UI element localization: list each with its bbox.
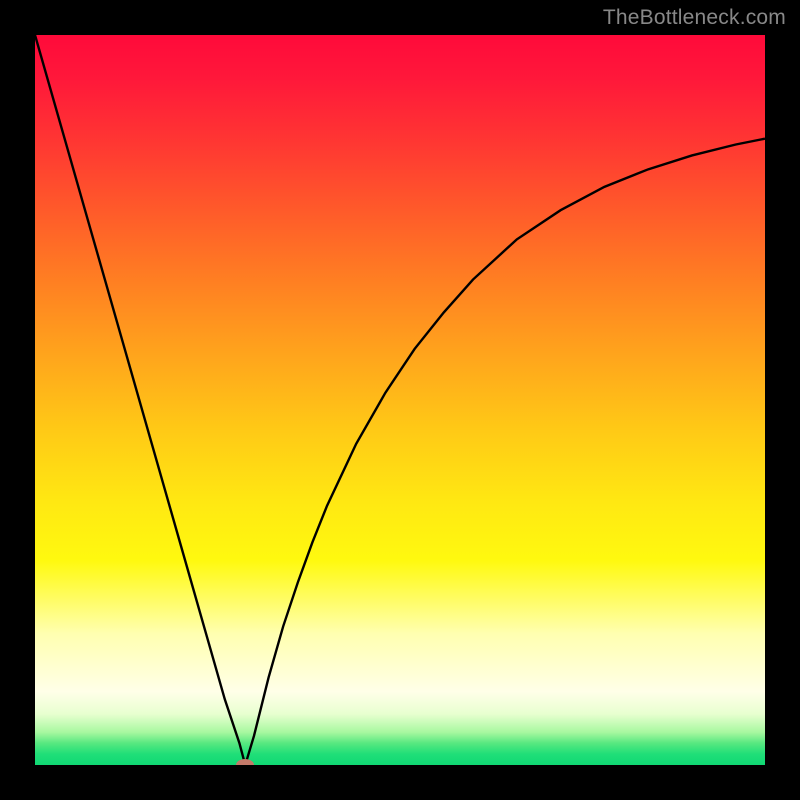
curve-svg <box>35 35 765 765</box>
plot-area <box>35 35 765 765</box>
optimal-point-marker <box>236 759 254 765</box>
watermark-text: TheBottleneck.com <box>603 6 786 30</box>
bottleneck-curve <box>35 35 765 765</box>
chart-frame: TheBottleneck.com <box>0 0 800 800</box>
